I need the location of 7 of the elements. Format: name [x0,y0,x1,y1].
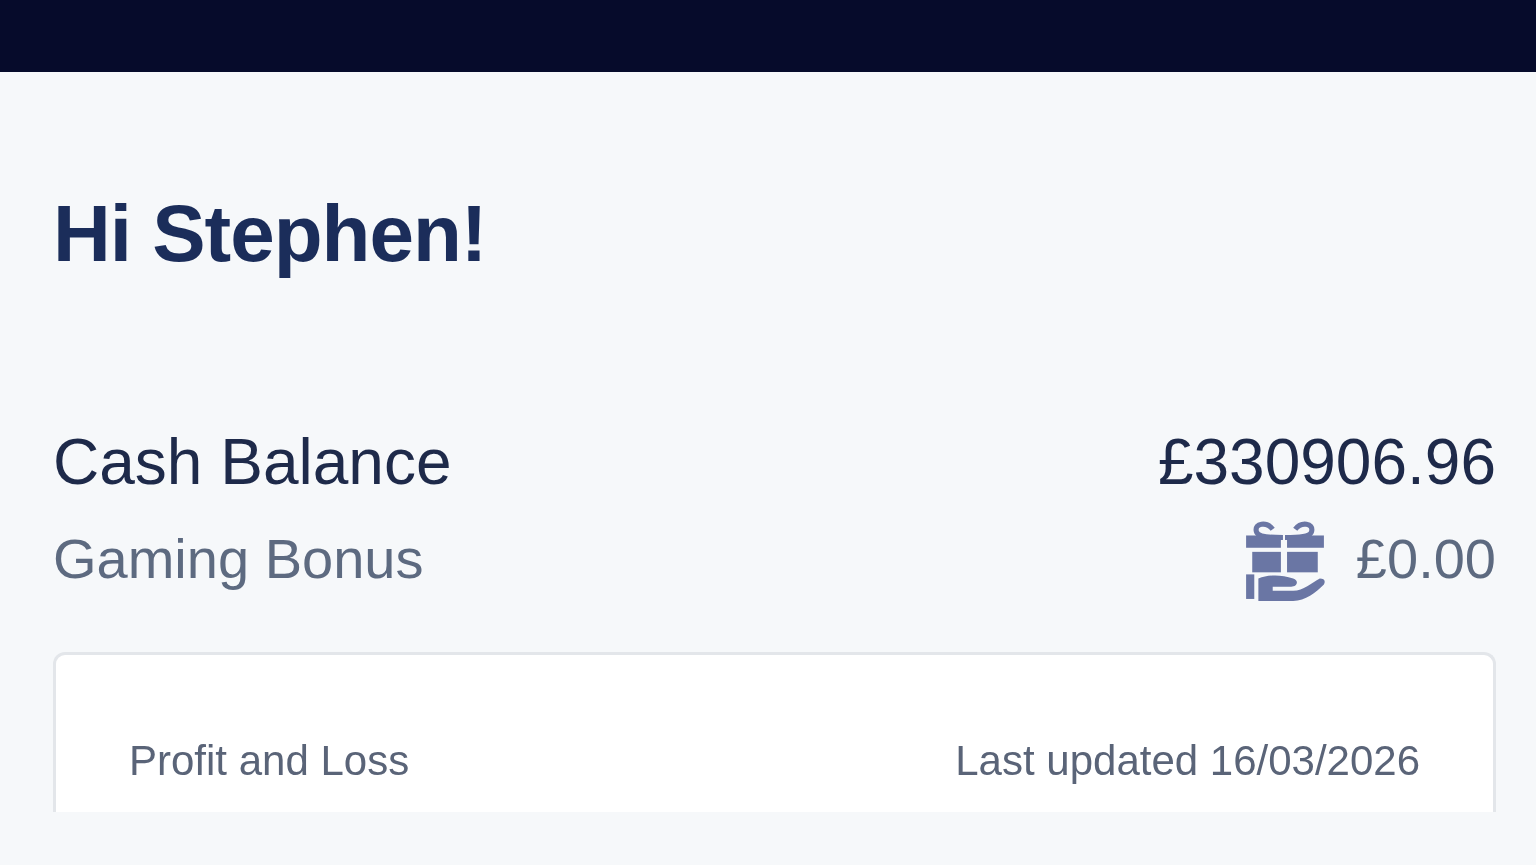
balance-label: Cash Balance [53,425,452,499]
balance-amount: £330906.96 [1157,425,1496,499]
balance-label: Gaming Bonus [53,525,424,591]
card-title: Profit and Loss [129,737,410,785]
greeting: Hi Stephen! [53,188,488,280]
balance-amount: £0.00 [1355,525,1496,591]
last-updated-text: Last updated 16/03/2026 [955,737,1420,785]
